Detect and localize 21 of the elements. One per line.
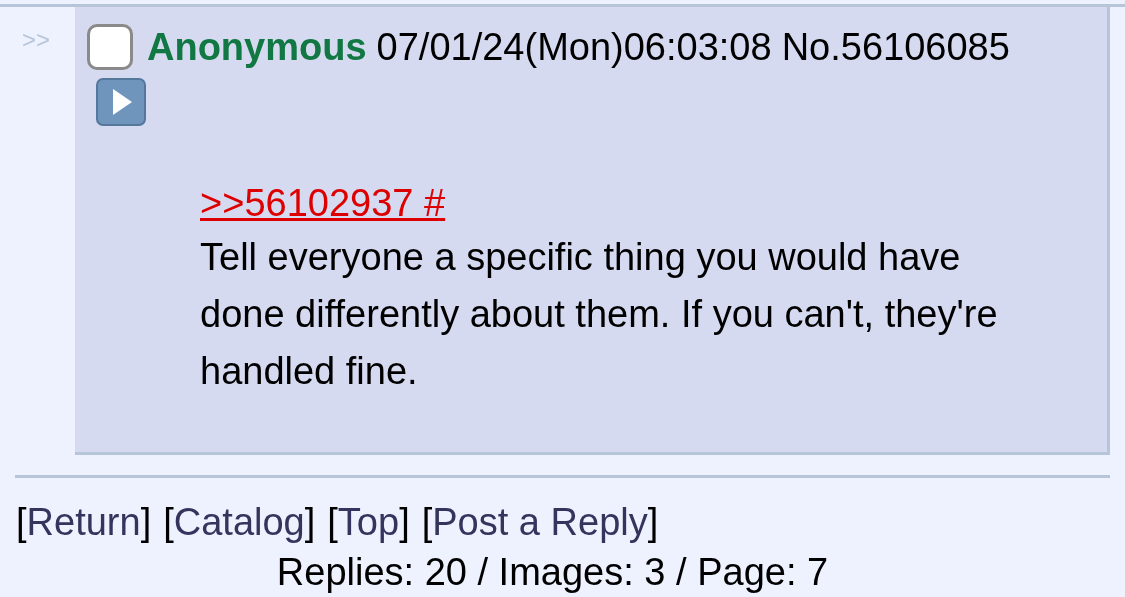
close-bracket: ]: [304, 500, 316, 545]
thread-stats: Replies: 20 / Images: 3 / Page: 7: [276, 550, 829, 595]
open-bracket: [: [16, 500, 27, 545]
side-arrows: >>: [22, 25, 52, 55]
open-bracket: [: [421, 500, 433, 545]
post-number[interactable]: No.56106085: [781, 24, 1010, 70]
checkbox[interactable]: [87, 24, 133, 70]
nav-link[interactable]: Catalog: [173, 499, 305, 545]
play-icon[interactable]: [96, 78, 146, 126]
close-bracket: ]: [647, 500, 659, 545]
post-message: Tell everyone a specific thing you would have done differently about them. If you can't, they're handled fine.: [200, 235, 999, 394]
close-bracket: ]: [140, 500, 152, 545]
quote-link[interactable]: >>56102937 #: [200, 180, 446, 226]
open-bracket: [: [327, 500, 338, 545]
post-datetime: 07/01/24(Mon)06:03:08: [376, 25, 772, 70]
nav-link[interactable]: Top: [337, 499, 400, 545]
nav-link[interactable]: Return: [26, 499, 141, 545]
poster-name: Anonymous: [147, 25, 367, 70]
close-bracket: ]: [399, 500, 410, 545]
open-bracket: [: [163, 500, 174, 545]
nav-link[interactable]: Post a Reply: [432, 499, 648, 545]
